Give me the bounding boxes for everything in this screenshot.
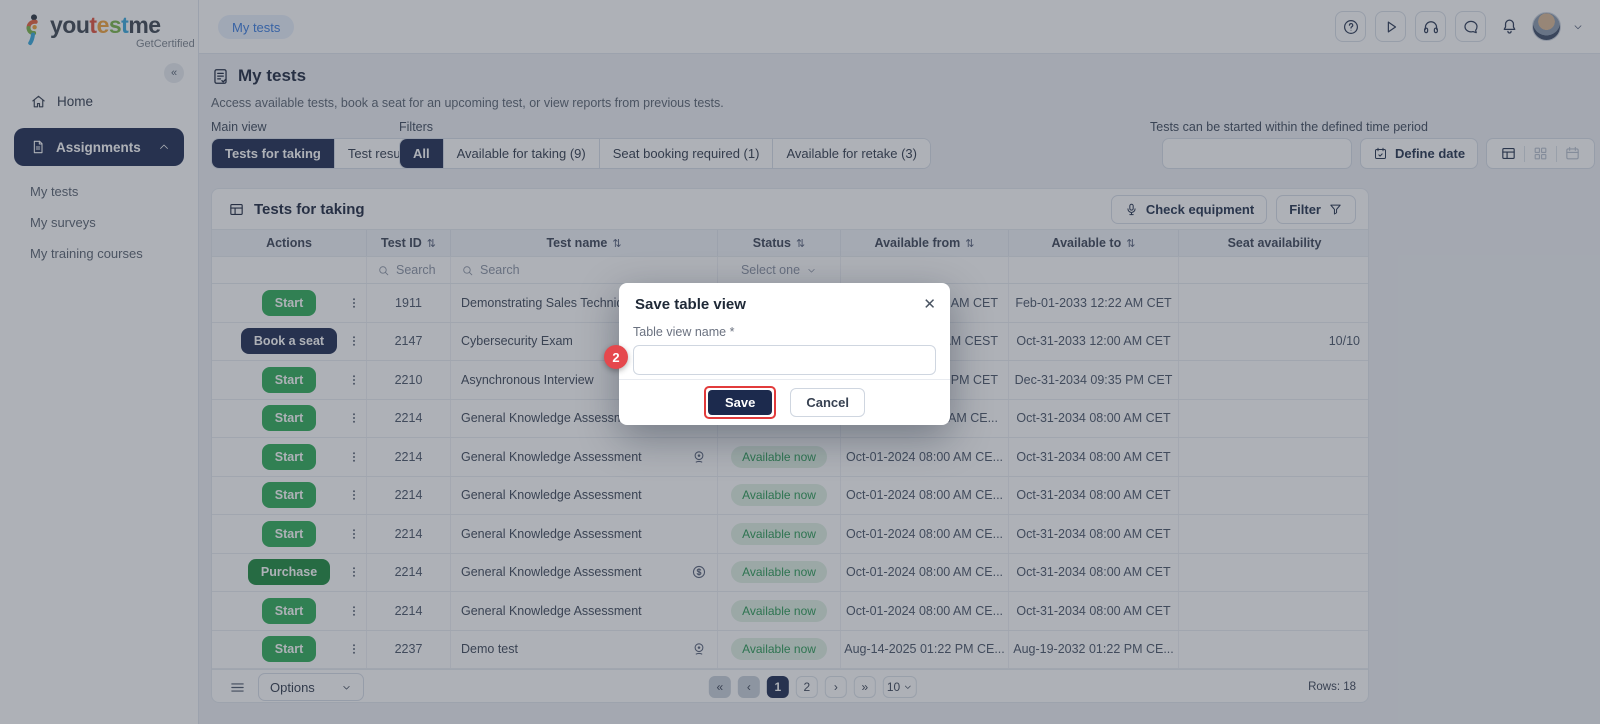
save-button[interactable]: Save (708, 390, 772, 415)
cancel-button[interactable]: Cancel (790, 388, 865, 417)
step-badge: 2 (604, 345, 628, 369)
modal-header: Save table view ✕ (619, 283, 950, 313)
close-icon[interactable]: ✕ (923, 297, 936, 312)
table-view-name-label: Table view name * (633, 325, 936, 339)
save-table-view-modal: 2 Save table view ✕ Table view name * Sa… (619, 283, 950, 425)
modal-title: Save table view (635, 296, 746, 313)
modal-footer: Save Cancel (619, 379, 950, 425)
table-view-name-input[interactable] (633, 345, 936, 375)
app-window: youtestme GetCertified « Home Assignment… (0, 0, 1600, 724)
modal-body: Table view name * (619, 313, 950, 375)
save-button-highlight: Save (704, 386, 776, 419)
